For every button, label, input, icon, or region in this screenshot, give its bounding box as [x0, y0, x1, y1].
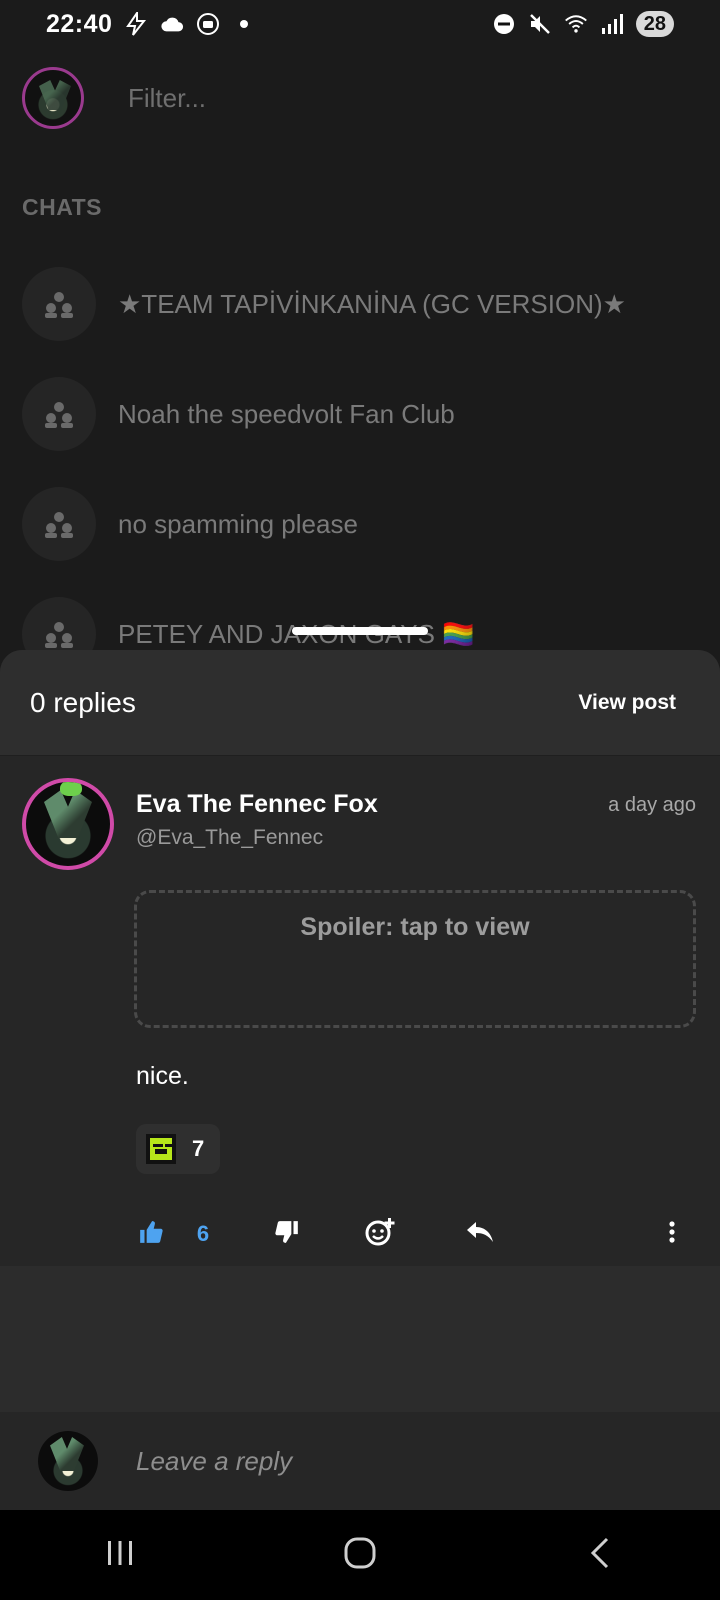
- group-chat-icon: [22, 377, 96, 451]
- replies-count: 0 replies: [30, 686, 136, 718]
- home-button[interactable]: [320, 1525, 400, 1585]
- back-chevron-icon: [589, 1537, 611, 1574]
- current-user-avatar: [38, 1431, 98, 1491]
- bolt-icon: [124, 12, 148, 36]
- filter-input[interactable]: Filter...: [128, 83, 206, 114]
- vpn-icon: [196, 12, 220, 36]
- sheet-header: 0 replies View post: [0, 650, 720, 756]
- group-chat-icon: [22, 487, 96, 561]
- comment-timestamp: a day ago: [608, 794, 696, 816]
- replies-empty-area: [0, 1266, 720, 1414]
- author-avatar[interactable]: [22, 778, 114, 870]
- author-name[interactable]: Eva The Fennec Fox: [136, 790, 378, 819]
- reply-arrow-icon: [465, 1219, 495, 1250]
- reply-input-bar[interactable]: Leave a reply: [0, 1412, 720, 1510]
- spoiler-block[interactable]: Spoiler: tap to view: [134, 890, 696, 1028]
- chat-name: no spamming please: [118, 508, 358, 539]
- dislike-button[interactable]: [272, 1214, 302, 1254]
- mute-icon: [528, 12, 552, 36]
- comment-text: nice.: [136, 1062, 189, 1090]
- author-handle: @Eva_The_Fennec: [136, 826, 324, 849]
- reply-button[interactable]: [464, 1214, 496, 1254]
- more-options-button[interactable]: [664, 1214, 680, 1254]
- reaction-count: 7: [192, 1136, 205, 1161]
- add-reaction-button[interactable]: [364, 1214, 396, 1254]
- dnd-icon: [492, 12, 516, 36]
- status-right: 28: [492, 11, 674, 37]
- comment-card: Eva The Fennec Fox @Eva_The_Fennec a day…: [0, 756, 720, 1276]
- add-emoji-icon: [364, 1216, 396, 1253]
- reaction-chip[interactable]: 7: [136, 1124, 220, 1174]
- chat-list-item[interactable]: Noah the speedvolt Fan Club: [22, 376, 702, 452]
- group-chat-icon: [22, 267, 96, 341]
- thumbs-down-icon: [274, 1219, 300, 1250]
- user-avatar[interactable]: [22, 67, 84, 129]
- cloud-icon: [160, 12, 184, 36]
- chat-list-background: Filter... CHATS ★TEAM TAPİVİNKANİNA (GC …: [0, 48, 720, 671]
- status-left: 22:40: [46, 10, 256, 39]
- thumbs-up-icon: [138, 1219, 164, 1250]
- dot-icon: [232, 12, 256, 36]
- filter-row[interactable]: Filter...: [22, 62, 702, 134]
- sheet-drag-handle[interactable]: [292, 627, 428, 635]
- chat-name: ★TEAM TAPİVİNKANİNA (GC VERSION)★: [118, 288, 626, 319]
- system-navigation-bar: [0, 1510, 720, 1600]
- recent-apps-button[interactable]: [80, 1525, 160, 1585]
- reply-input[interactable]: Leave a reply: [136, 1446, 292, 1477]
- pixel-face-icon: [146, 1134, 176, 1164]
- like-count: 6: [196, 1221, 210, 1246]
- wifi-icon: [564, 12, 588, 36]
- signal-icon: [600, 12, 624, 36]
- back-button[interactable]: [560, 1525, 640, 1585]
- recents-icon: [105, 1539, 135, 1572]
- comment-action-bar: 6: [0, 1206, 720, 1262]
- spoiler-label: Spoiler: tap to view: [300, 913, 530, 941]
- more-vertical-icon: [668, 1220, 676, 1249]
- view-post-button[interactable]: View post: [578, 691, 676, 715]
- app-screen: 22:40 28 Filter... CHATS ★TEAM TAPİVİNKA…: [0, 0, 720, 1600]
- battery-indicator: 28: [635, 11, 674, 37]
- like-button[interactable]: [136, 1214, 166, 1254]
- replies-sheet: 0 replies View post Eva The Fennec Fox @…: [0, 650, 720, 1510]
- chat-list-item[interactable]: no spamming please: [22, 486, 702, 562]
- chat-list-item[interactable]: ★TEAM TAPİVİNKANİNA (GC VERSION)★: [22, 266, 702, 342]
- chat-name: Noah the speedvolt Fan Club: [118, 398, 455, 429]
- status-time: 22:40: [46, 9, 113, 38]
- chats-section-label: CHATS: [22, 194, 103, 220]
- status-bar: 22:40 28: [0, 0, 720, 48]
- home-icon: [344, 1537, 376, 1574]
